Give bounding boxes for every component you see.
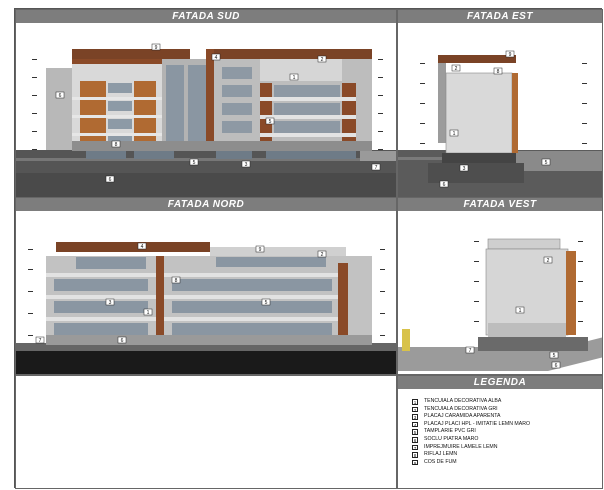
legend-text: COS DE FUM	[424, 458, 457, 465]
tag-7: 7	[375, 165, 378, 171]
tag-3: 3	[109, 300, 112, 306]
panel-title: FATADA SUD	[16, 10, 396, 23]
tag-2: 2	[321, 57, 324, 63]
tag-8: 8	[115, 142, 118, 148]
legend-item: 9 COS DE FUM	[412, 459, 530, 467]
panel-legenda: LEGENDA 1 TENCUIALA DECORATIVA ALBA 2 TENCU…	[397, 375, 603, 489]
tag-6: 6	[555, 363, 558, 369]
legend-number: 6	[412, 436, 418, 443]
legend-item: 2 TENCUIALA DECORATIVA GRI	[412, 406, 530, 414]
legend-number: 4	[412, 421, 418, 428]
legend-text: TENCUIALA DECORATIVA ALBA	[424, 398, 502, 404]
tag-8: 8	[175, 278, 178, 284]
panel-fatada-est: FATADA EST 9 2 8 1 5 3 6	[397, 9, 603, 205]
legend-item: 5 TAMPLARIE PVC GRI	[412, 428, 530, 436]
west-elevation-drawing: 2 1 7 5 6	[398, 238, 602, 374]
legend-text: PLACAJ CARAMIDA APARENTA	[424, 413, 501, 420]
panel-title: FATADA VEST	[398, 198, 602, 211]
legend-number: 8	[412, 452, 418, 459]
tag-5b: 5	[193, 160, 196, 166]
tag-3: 3	[245, 162, 248, 168]
panel-fatada-sud: FATADA SUD 9 4 2 1 6 5 8 5 3 6 7	[15, 9, 397, 205]
tag-6: 6	[59, 93, 62, 99]
tag-5: 5	[545, 160, 548, 166]
north-elevation-drawing: 4 9 2 8 3 5 1 7 6	[16, 242, 396, 374]
panel-fatada-vest: FATADA VEST 2 1 7 5 6	[397, 197, 603, 375]
left-volume	[46, 68, 72, 150]
tag-3: 3	[463, 166, 466, 172]
tag-7: 7	[469, 348, 472, 354]
tag-1: 1	[453, 131, 456, 137]
tag-2: 2	[321, 252, 324, 258]
legend-text: PLACAJ PLACI HPL - IMITATIE LEMN MARO	[424, 420, 530, 427]
legend-list: 1 TENCUIALA DECORATIVA ALBA 2 TENCUIALA DEC…	[412, 398, 530, 466]
panel-title: LEGENDA	[398, 376, 602, 389]
ground-strip	[16, 350, 396, 374]
tag-1: 1	[293, 75, 296, 81]
legend-number: 3	[412, 414, 418, 421]
legend-item: 8 RIFLAJ LEMN	[412, 451, 530, 459]
legend-number: 7	[412, 444, 418, 451]
tag-4: 4	[141, 244, 144, 250]
tag-6: 6	[121, 338, 124, 344]
east-wall	[445, 72, 513, 154]
legend-text: RIFLAJ LEMN	[424, 451, 458, 458]
tag-1: 1	[147, 310, 150, 316]
panel-title: FATADA NORD	[16, 198, 396, 211]
blank-area	[15, 375, 397, 489]
legend-text: IMPREJMUIRE LAMELE LEMN	[424, 443, 498, 450]
panel-title: FATADA EST	[398, 10, 602, 23]
tag-6b: 6	[109, 177, 112, 183]
legend-number: 9	[412, 459, 418, 466]
tag-2: 2	[547, 258, 550, 264]
tag-1: 1	[519, 308, 522, 314]
legend-item: 3 PLACAJ CARAMIDA APARENTA	[412, 413, 530, 421]
legend-text: TENCUIALA DECORATIVA GRI	[424, 405, 498, 412]
legend-item: 4 PLACAJ PLACI HPL - IMITATIE LEMN MARO	[412, 421, 530, 429]
tag-7: 7	[39, 338, 42, 344]
legend-item: 7 IMPREJMUIRE LAMELE LEMN	[412, 444, 530, 452]
legend-number: 5	[412, 429, 418, 436]
legend-number: 1	[412, 399, 418, 405]
legend-text: SOCLU PIATRA MARO	[424, 435, 479, 442]
tag-6: 6	[443, 182, 446, 188]
tag-5: 5	[553, 353, 556, 359]
tag-5: 5	[269, 119, 272, 125]
east-elevation-drawing: 9 2 8 1 5 3 6	[398, 50, 602, 204]
legend-item: 1 TENCUIALA DECORATIVA ALBA	[412, 398, 530, 406]
tag-4: 4	[215, 55, 218, 61]
tag-9: 9	[259, 247, 262, 253]
tag-2: 2	[455, 66, 458, 72]
legend-text: TAMPLARIE PVC GRI	[424, 428, 476, 435]
legend-number: 2	[412, 406, 418, 413]
west-wall	[485, 248, 569, 336]
tag-8: 8	[497, 69, 500, 75]
tag-9: 9	[155, 45, 158, 51]
tag-5: 5	[265, 300, 268, 306]
legend-item: 6 SOCLU PIATRA MARO	[412, 436, 530, 444]
panel-fatada-nord: FATADA NORD 4 9 2 8 3 5 1 7 6	[15, 197, 397, 375]
drawing-sheet: FATADA SUD 9 4 2 1 6 5 8 5 3 6 7 FATADA …	[14, 8, 603, 489]
tag-9: 9	[509, 52, 512, 58]
south-elevation-drawing: 9 4 2 1 6 5 8 5 3 6 7	[16, 43, 396, 204]
